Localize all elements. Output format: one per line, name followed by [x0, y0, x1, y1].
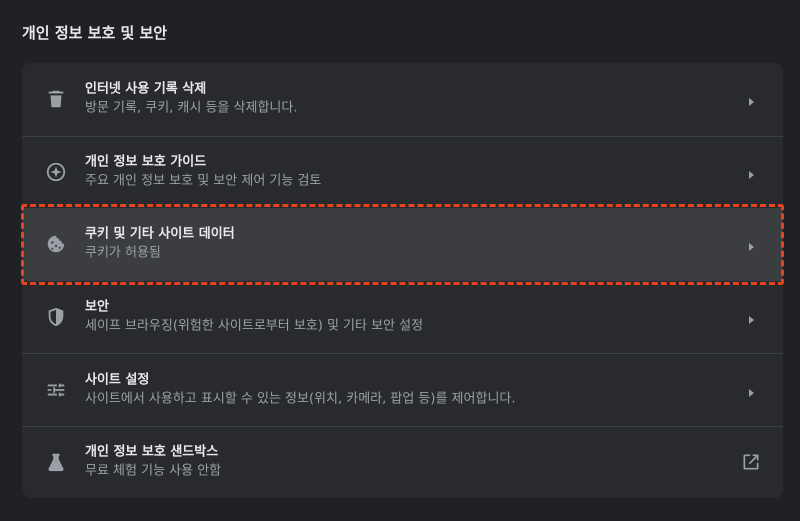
trash-icon	[44, 87, 68, 111]
row-site-settings[interactable]: 사이트 설정 사이트에서 사용하고 표시할 수 있는 정보(위치, 카메라, 팝…	[22, 353, 783, 426]
row-subtitle: 세이프 브라우징(위험한 사이트로부터 보호) 및 기타 보안 설정	[85, 318, 424, 334]
chevron-right-icon	[745, 238, 757, 252]
row-privacy-guide[interactable]: 개인 정보 보호 가이드 주요 개인 정보 보호 및 보안 제어 기능 검토	[22, 135, 783, 209]
row-clear-browsing-data[interactable]: 인터넷 사용 기록 삭제 방문 기록, 쿠키, 캐시 등을 삭제합니다.	[22, 63, 783, 136]
compass-icon	[44, 160, 68, 184]
privacy-security-card: 인터넷 사용 기록 삭제 방문 기록, 쿠키, 캐시 등을 삭제합니다. 개인 …	[22, 63, 783, 498]
chevron-right-icon	[745, 384, 757, 397]
shield-icon	[44, 305, 68, 329]
cookie-icon	[44, 232, 68, 256]
row-title: 사이트 설정	[85, 372, 150, 388]
row-security[interactable]: 보안 세이프 브라우징(위험한 사이트로부터 보호) 및 기타 보안 설정	[22, 281, 783, 354]
row-subtitle: 쿠키가 허용됨	[85, 245, 161, 261]
row-title: 개인 정보 보호 샌드박스	[85, 444, 219, 460]
row-title: 개인 정보 보호 가이드	[85, 154, 207, 170]
row-title: 쿠키 및 기타 사이트 데이터	[85, 226, 235, 242]
chevron-right-icon	[745, 166, 757, 180]
row-subtitle: 주요 개인 정보 보호 및 보안 제어 기능 검토	[85, 173, 322, 189]
chevron-right-icon	[745, 311, 757, 324]
row-title: 인터넷 사용 기록 삭제	[85, 81, 207, 97]
section-title: 개인 정보 보호 및 보안	[22, 24, 168, 42]
row-cookies-site-data[interactable]: 쿠키 및 기타 사이트 데이터 쿠키가 허용됨	[22, 208, 783, 281]
row-subtitle: 무료 체험 기능 사용 안함	[85, 463, 222, 479]
row-privacy-sandbox[interactable]: 개인 정보 보호 샌드박스 무료 체험 기능 사용 안함	[22, 425, 783, 499]
chevron-right-icon	[745, 93, 757, 107]
row-subtitle: 사이트에서 사용하고 표시할 수 있는 정보(위치, 카메라, 팝업 등)를 제…	[85, 391, 516, 407]
row-title: 보안	[85, 299, 109, 315]
row-subtitle: 방문 기록, 쿠키, 캐시 등을 삭제합니다.	[85, 100, 298, 116]
tune-icon	[44, 378, 68, 402]
flask-icon	[44, 450, 68, 474]
open-in-new-icon[interactable]	[741, 452, 761, 472]
